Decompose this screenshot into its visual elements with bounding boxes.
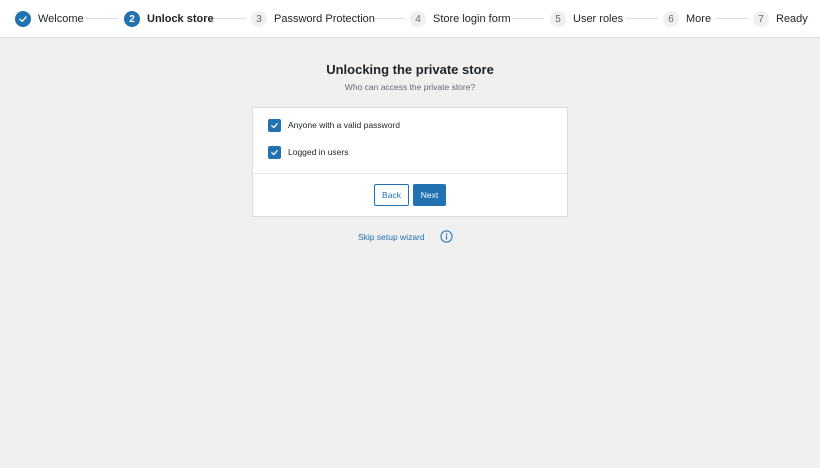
step-label: Welcome [38,13,84,25]
skip-setup-wizard-link[interactable]: Skip setup wizard [358,232,425,242]
step-label: More [686,13,712,25]
checkbox-checked[interactable] [268,145,281,159]
checkbox-checked[interactable] [268,118,281,132]
step-label: Password Protection [274,13,375,25]
step-label: Ready [776,13,808,25]
page-title: Unlocking the private store [326,62,494,77]
info-icon[interactable] [440,230,453,243]
back-button[interactable]: Back [374,184,409,206]
step-connector [716,18,748,19]
check-icon [15,11,31,27]
step-number: 5 [550,11,566,27]
step-user-roles[interactable]: 5 User roles [550,10,623,28]
step-welcome[interactable]: Welcome [15,10,84,28]
step-number: 3 [251,11,267,27]
step-number: 2 [124,11,140,27]
step-connector [373,18,405,19]
card-divider [253,173,567,174]
access-options-card: Anyone with a valid password Logged in u… [252,107,568,217]
step-unlock-store[interactable]: 2 Unlock store [124,10,214,28]
setup-wizard-stepper: Welcome 2 Unlock store 3 Password Protec… [0,0,820,38]
step-ready[interactable]: 7 Ready [753,10,808,28]
step-connector [86,18,118,19]
step-label: User roles [573,13,624,25]
step-label: Unlock store [147,13,214,25]
page-subtitle: Who can access the private store? [344,82,476,92]
option-label: Logged in users [288,147,349,157]
step-store-login-form[interactable]: 4 Store login form [410,10,511,28]
step-more[interactable]: 6 More [663,10,711,28]
step-connector [512,18,544,19]
option-valid-password[interactable]: Anyone with a valid password [268,118,400,132]
step-number: 6 [663,11,679,27]
step-number: 7 [753,11,769,27]
step-label: Store login form [433,13,511,25]
option-label: Anyone with a valid password [288,120,400,130]
step-number: 4 [410,11,426,27]
next-button[interactable]: Next [413,184,446,206]
step-connector [213,18,246,19]
step-password-protection[interactable]: 3 Password Protection [251,10,375,28]
step-connector [626,18,658,19]
check-icon [271,122,278,128]
option-logged-in-users[interactable]: Logged in users [268,145,349,159]
check-icon [271,149,278,155]
